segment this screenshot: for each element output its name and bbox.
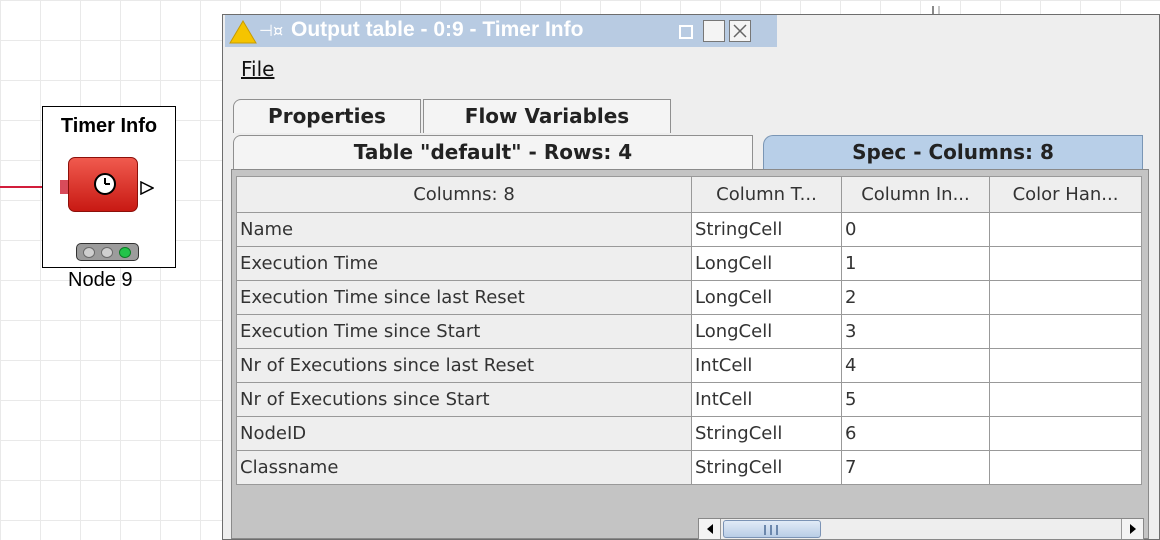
tab-properties[interactable]: Properties bbox=[233, 99, 421, 133]
table-cell bbox=[989, 416, 1142, 451]
status-light-green bbox=[119, 247, 131, 258]
column-header[interactable]: Column T... bbox=[691, 176, 842, 213]
output-table-window: ⊣¤ Output table - 0:9 - Timer Info File … bbox=[222, 14, 1160, 540]
node-title: Timer Info bbox=[60, 115, 158, 137]
table-row[interactable]: Execution Time LongCell 1 bbox=[236, 246, 1142, 281]
table-cell: 1 bbox=[841, 246, 990, 281]
table-cell: LongCell bbox=[691, 280, 842, 315]
maximize-button[interactable] bbox=[703, 20, 725, 42]
node-icon[interactable] bbox=[68, 157, 138, 212]
scroll-thumb[interactable] bbox=[723, 520, 821, 538]
table-cell: IntCell bbox=[691, 382, 842, 417]
column-header[interactable]: Columns: 8 bbox=[236, 176, 692, 213]
table-cell bbox=[989, 450, 1142, 485]
window-title: Output table - 0:9 - Timer Info bbox=[291, 18, 584, 41]
table-row[interactable]: Execution Time since Start LongCell 3 bbox=[236, 314, 1142, 349]
table-cell: LongCell bbox=[691, 246, 842, 281]
node-output-port-icon[interactable] bbox=[140, 181, 154, 195]
table-cell: 6 bbox=[841, 416, 990, 451]
column-header[interactable]: Column In... bbox=[841, 176, 990, 213]
status-light-red bbox=[83, 247, 95, 258]
scroll-right-button[interactable] bbox=[1121, 519, 1143, 539]
tab-spec-columns[interactable]: Spec - Columns: 8 bbox=[763, 135, 1143, 169]
row-header-cell: Nr of Executions since last Reset bbox=[236, 348, 692, 383]
node-label: Node 9 bbox=[68, 269, 133, 291]
table-row[interactable]: Nr of Executions since last Reset IntCel… bbox=[236, 348, 1142, 383]
table-cell: IntCell bbox=[691, 348, 842, 383]
close-button[interactable] bbox=[729, 20, 751, 42]
arrow-left-icon bbox=[707, 524, 713, 534]
table-cell bbox=[989, 314, 1142, 349]
table-cell: 3 bbox=[841, 314, 990, 349]
tab-flow-variables[interactable]: Flow Variables bbox=[423, 99, 671, 133]
row-header-cell: Execution Time since Start bbox=[236, 314, 692, 349]
horizontal-scrollbar[interactable] bbox=[698, 518, 1144, 540]
table-cell: StringCell bbox=[691, 212, 842, 247]
row-header-cell: Execution Time since last Reset bbox=[236, 280, 692, 315]
table-cell bbox=[989, 348, 1142, 383]
warning-icon bbox=[229, 20, 257, 44]
close-icon bbox=[733, 24, 747, 38]
pin-icon[interactable]: ⊣¤ bbox=[259, 21, 283, 40]
restore-button[interactable] bbox=[679, 25, 693, 39]
table-cell: 0 bbox=[841, 212, 990, 247]
table-cell: StringCell bbox=[691, 416, 842, 451]
table-row[interactable]: NodeID StringCell 6 bbox=[236, 416, 1142, 451]
row-header-cell: NodeID bbox=[236, 416, 692, 451]
menu-bar: File bbox=[225, 53, 1157, 89]
window-titlebar[interactable]: ⊣¤ Output table - 0:9 - Timer Info bbox=[225, 15, 777, 47]
table-cell bbox=[989, 280, 1142, 315]
row-header-cell: Nr of Executions since Start bbox=[236, 382, 692, 417]
row-header-cell: Name bbox=[236, 212, 692, 247]
column-header[interactable]: Color Han... bbox=[989, 176, 1142, 213]
table-row[interactable]: Name StringCell 0 bbox=[236, 212, 1142, 247]
table-cell bbox=[989, 246, 1142, 281]
table-cell: 4 bbox=[841, 348, 990, 383]
grip-icon bbox=[764, 525, 778, 535]
table-cell bbox=[989, 382, 1142, 417]
tab-table-default[interactable]: Table "default" - Rows: 4 bbox=[233, 135, 753, 169]
clock-icon bbox=[94, 173, 116, 195]
row-header-cell: Execution Time bbox=[236, 246, 692, 281]
table-cell: LongCell bbox=[691, 314, 842, 349]
spec-panel: Columns: 8 Column T... Column In... Colo… bbox=[231, 169, 1149, 540]
table-cell: 2 bbox=[841, 280, 990, 315]
table-row[interactable]: Nr of Executions since Start IntCell 5 bbox=[236, 382, 1142, 417]
table-header-row: Columns: 8 Column T... Column In... Colo… bbox=[236, 176, 1142, 213]
table-row[interactable]: Classname StringCell 7 bbox=[236, 450, 1142, 485]
table-row[interactable]: Execution Time since last Reset LongCell… bbox=[236, 280, 1142, 315]
node-status-indicator bbox=[76, 243, 139, 261]
table-cell: 5 bbox=[841, 382, 990, 417]
status-light-yellow bbox=[101, 247, 113, 258]
row-header-cell: Classname bbox=[236, 450, 692, 485]
table-cell: 7 bbox=[841, 450, 990, 485]
table-cell bbox=[989, 212, 1142, 247]
arrow-right-icon bbox=[1130, 524, 1136, 534]
spec-table: Columns: 8 Column T... Column In... Colo… bbox=[236, 176, 1142, 485]
menu-file[interactable]: File bbox=[241, 57, 274, 81]
table-cell: StringCell bbox=[691, 450, 842, 485]
scroll-left-button[interactable] bbox=[699, 519, 721, 539]
